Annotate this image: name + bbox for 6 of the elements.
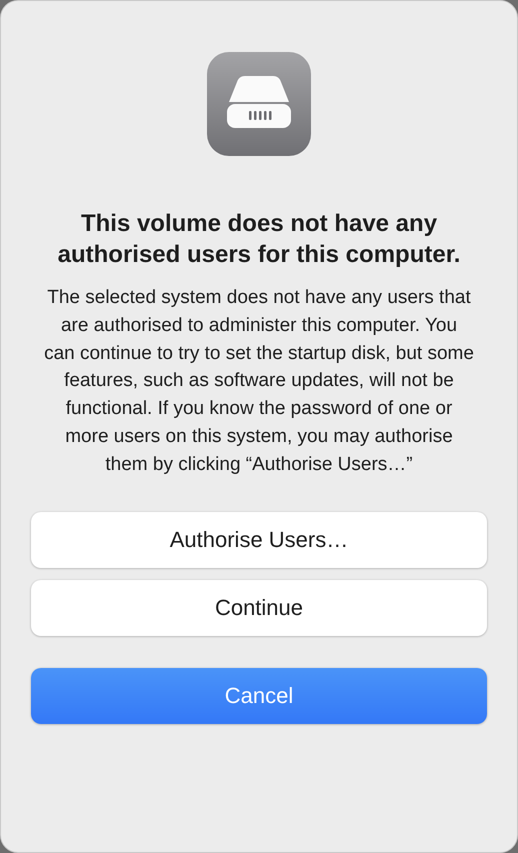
drive-icon — [207, 52, 311, 156]
dialog-message: The selected system does not have any users that are authorised to administer this computer. You can continue to try to set the startup disk, but some features, such as software updates, will not be functional. If you know the password of one or more users on this system, you may authorise them by clicking “Authorise Users…” — [44, 286, 474, 477]
dialog-title: This volume does not have any authorised users for this computer. — [56, 209, 462, 270]
cancel-button[interactable]: Cancel — [31, 668, 487, 724]
dialog-button[interactable]: Continue — [31, 580, 487, 636]
dialog-button[interactable]: Authorise Users… — [31, 512, 487, 568]
